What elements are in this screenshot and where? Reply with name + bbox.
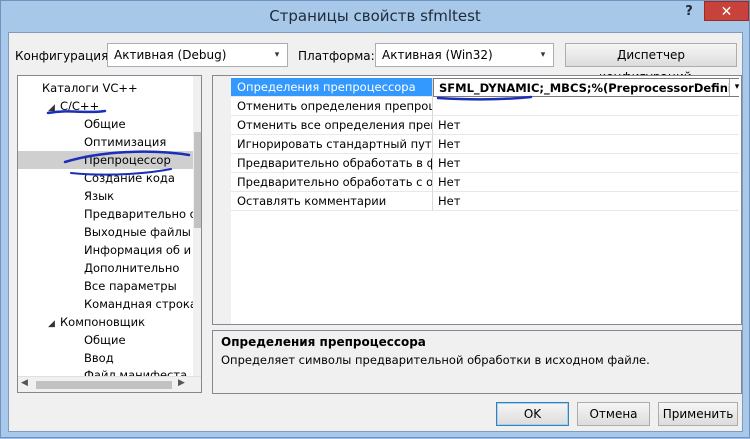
property-name[interactable]: Отменить все определения препроц bbox=[231, 116, 433, 135]
tree-item-language[interactable]: Язык bbox=[84, 187, 114, 205]
property-name[interactable]: Определения препроцессора bbox=[231, 78, 433, 97]
property-row[interactable]: Игнорировать стандартный путь вкл Нет bbox=[231, 135, 741, 154]
tree-item-command-line[interactable]: Командная строка bbox=[84, 295, 197, 313]
property-value[interactable]: Нет bbox=[433, 116, 739, 135]
tree-item-linker-general[interactable]: Общие bbox=[84, 331, 126, 349]
platform-label: Платформа: bbox=[298, 49, 375, 63]
description-panel: Определения препроцессора Определяет сим… bbox=[212, 330, 742, 394]
chevron-down-icon[interactable]: ▾ bbox=[729, 79, 741, 96]
property-grid-gutter bbox=[213, 76, 231, 324]
expanded-triangle-icon[interactable]: ◢ bbox=[48, 99, 60, 117]
window-title: Страницы свойств sfmltest bbox=[269, 7, 481, 25]
property-pages-window: Страницы свойств sfmltest ? ✕ Конфигурац… bbox=[0, 0, 750, 438]
property-value-input[interactable]: SFML_DYNAMIC;_MBCS;%(PreprocessorDefinit… bbox=[433, 78, 739, 97]
property-name[interactable]: Предварительно обработать с отме bbox=[231, 173, 433, 192]
tree-item-precompiled-headers[interactable]: Предварительно от bbox=[84, 205, 201, 223]
property-row[interactable]: Оставлять комментарии Нет bbox=[231, 192, 741, 211]
scroll-right-icon[interactable]: ▶ bbox=[178, 378, 185, 388]
property-row[interactable]: Отменить все определения препроц Нет bbox=[231, 116, 741, 135]
property-name[interactable]: Игнорировать стандартный путь вкл bbox=[231, 135, 433, 154]
description-title: Определения препроцессора bbox=[221, 335, 426, 349]
description-text: Определяет символы предварительной обраб… bbox=[221, 353, 650, 367]
tree-item-vc-directories[interactable]: Каталоги VC++ bbox=[30, 79, 138, 97]
configuration-select-value: Активная (Debug) bbox=[114, 48, 227, 62]
tree-item-code-generation[interactable]: Создание кода bbox=[84, 169, 175, 187]
scroll-left-icon[interactable]: ◀ bbox=[21, 378, 28, 388]
tree-item-all-options[interactable]: Все параметры bbox=[84, 277, 177, 295]
help-button[interactable]: ? bbox=[673, 2, 705, 22]
settings-tree[interactable]: Каталоги VC++ ◢ C/C++ Общие Оптимизация П… bbox=[17, 75, 202, 393]
configuration-select[interactable]: Активная (Debug) ▾ bbox=[107, 43, 288, 67]
tree-vertical-scroll-thumb[interactable] bbox=[194, 132, 201, 228]
property-name[interactable]: Отменить определения препроцесс bbox=[231, 97, 433, 116]
configuration-label: Конфигурация: bbox=[15, 49, 113, 63]
property-value[interactable]: Нет bbox=[433, 154, 739, 173]
property-row[interactable]: Отменить определения препроцесс bbox=[231, 97, 741, 116]
chevron-down-icon: ▾ bbox=[274, 50, 280, 60]
tree-item-browse-information[interactable]: Информация об и bbox=[84, 241, 191, 259]
property-row[interactable]: Определения препроцессора SFML_DYNAMIC;_… bbox=[231, 78, 741, 97]
property-name[interactable]: Предварительно обработать в файл bbox=[231, 154, 433, 173]
property-row[interactable]: Предварительно обработать в файл Нет bbox=[231, 154, 741, 173]
dialog-client-area: Конфигурация: Активная (Debug) ▾ Платфор… bbox=[8, 32, 743, 432]
tree-item-linker[interactable]: ◢ Компоновщик bbox=[48, 313, 145, 331]
property-name[interactable]: Оставлять комментарии bbox=[231, 192, 433, 211]
cancel-button[interactable]: Отмена bbox=[577, 402, 650, 426]
expanded-triangle-icon[interactable]: ◢ bbox=[48, 315, 60, 333]
apply-button[interactable]: Применить bbox=[658, 402, 738, 426]
tree-item-general[interactable]: Общие bbox=[84, 115, 126, 133]
tree-item-advanced[interactable]: Дополнительно bbox=[84, 259, 179, 277]
tree-vertical-scrollbar[interactable] bbox=[193, 76, 201, 376]
tree-horizontal-scroll-thumb[interactable] bbox=[36, 381, 172, 389]
tree-horizontal-scrollbar[interactable]: ◀ ▶ bbox=[18, 376, 201, 392]
title-bar: Страницы свойств sfmltest ? ✕ bbox=[1, 1, 749, 33]
property-row[interactable]: Предварительно обработать с отме Нет bbox=[231, 173, 741, 192]
property-value[interactable]: Нет bbox=[433, 173, 739, 192]
ok-button[interactable]: OK bbox=[496, 402, 569, 426]
platform-select-value: Активная (Win32) bbox=[382, 48, 493, 62]
platform-select[interactable]: Активная (Win32) ▾ bbox=[375, 43, 554, 67]
property-grid: Определения препроцессора SFML_DYNAMIC;_… bbox=[212, 75, 742, 325]
tree-item-optimization[interactable]: Оптимизация bbox=[84, 133, 166, 151]
property-value[interactable]: Нет bbox=[433, 192, 739, 211]
property-value[interactable] bbox=[433, 97, 739, 116]
tree-item-preprocessor[interactable]: Препроцессор bbox=[18, 151, 193, 169]
tree-item-cpp[interactable]: ◢ C/C++ bbox=[48, 97, 99, 115]
chevron-down-icon: ▾ bbox=[540, 50, 546, 60]
property-value[interactable]: Нет bbox=[433, 135, 739, 154]
configuration-manager-button[interactable]: Диспетчер конфигураций... bbox=[565, 43, 737, 84]
tree-item-output-files[interactable]: Выходные файлы bbox=[84, 223, 191, 241]
tree-item-input[interactable]: Ввод bbox=[84, 349, 114, 367]
close-button[interactable]: ✕ bbox=[704, 1, 749, 21]
